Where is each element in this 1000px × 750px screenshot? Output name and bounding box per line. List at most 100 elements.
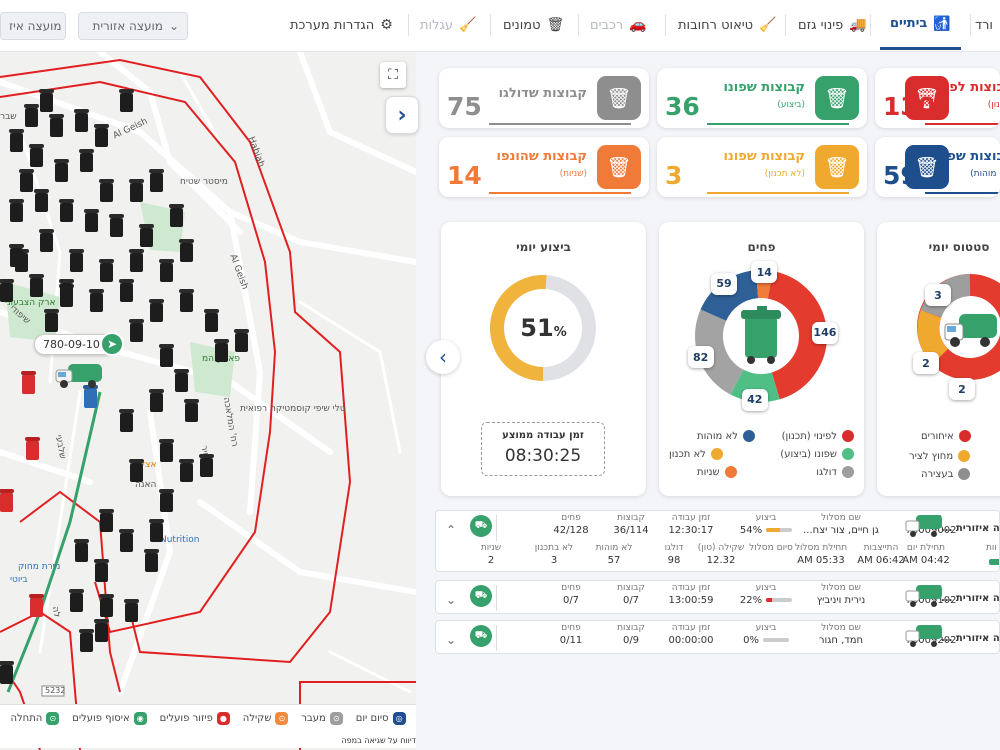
stat-card[interactable]: 🗑קבוצות לפינוי130(תכנון) [875,68,1000,128]
black-bin-marker[interactable] [119,529,134,552]
black-bin-marker[interactable] [0,661,14,684]
blue-bin-marker[interactable] [83,385,98,408]
black-bin-marker[interactable] [49,114,64,137]
black-bin-marker[interactable] [144,549,159,572]
black-bin-marker[interactable] [129,179,144,202]
tab-dashboard-partial[interactable]: ורד [975,0,993,50]
black-bin-marker[interactable] [0,279,14,302]
route-location-button[interactable]: ⛟ [470,515,492,537]
tab-vehicles[interactable]: 🚗 רכבים [590,0,647,50]
black-bin-marker[interactable] [119,409,134,432]
council-select-secondary[interactable]: מועצה איז [0,12,66,40]
black-bin-marker[interactable] [174,369,189,392]
collapse-panel-button[interactable]: › [385,96,419,134]
black-bin-marker[interactable] [109,214,124,237]
black-bin-marker[interactable] [179,289,194,312]
black-bin-marker[interactable] [99,509,114,532]
black-bin-marker[interactable] [24,104,39,127]
red-bin-marker[interactable] [0,489,14,512]
fullscreen-icon[interactable]: ⛶ [380,62,406,88]
stat-card[interactable]: 🗑קבוצות שפונו59(לא מוהות) [875,137,1000,197]
council-select[interactable]: ⌄ מועצה אזורית [78,12,188,40]
chevron-down-icon[interactable]: ⌄ [446,593,456,607]
black-bin-marker[interactable] [159,439,174,462]
black-bin-marker[interactable] [19,169,34,192]
route-location-button[interactable]: ⛟ [470,625,492,647]
black-bin-marker[interactable] [159,344,174,367]
black-bin-marker[interactable] [149,299,164,322]
black-bin-marker[interactable] [179,239,194,262]
route-row[interactable]: מספר78009102שם מסלולנירית ויניביץביצוע22… [435,580,1000,614]
pie-slice[interactable] [755,270,773,299]
chevron-down-icon[interactable]: ⌄ [446,633,456,647]
report-error-link[interactable]: דיווח על שגיאה במפה [341,736,416,745]
black-bin-marker[interactable] [129,459,144,482]
black-bin-marker[interactable] [74,539,89,562]
stat-card[interactable]: 🗑 קבוצות שהונפו 14 (שניות) [439,137,649,197]
black-bin-marker[interactable] [214,339,229,362]
tab-buried[interactable]: 🗑 טמונים [503,0,564,50]
black-bin-marker[interactable] [234,329,249,352]
black-bin-marker[interactable] [99,179,114,202]
black-bin-marker[interactable] [99,259,114,282]
black-bin-marker[interactable] [119,89,134,112]
chevron-up-icon[interactable]: ⌃ [446,523,456,537]
tab-carts[interactable]: 🧹 עגלות [420,0,476,50]
carousel-prev-button[interactable]: ‹ [426,340,460,374]
black-bin-marker[interactable] [9,244,24,267]
truck-marker[interactable] [54,360,104,390]
route-row[interactable]: מספר78009202שם מסלולחמד, חגורביצוע0%זמן … [435,620,1000,654]
black-bin-marker[interactable] [179,459,194,482]
tab-street-sweeping[interactable]: 🧹 טיאוט רחובות [678,0,777,50]
black-bin-marker[interactable] [149,389,164,412]
stat-card[interactable]: 🗑 קבוצות שפונו 3 (לא תכנון) [657,137,867,197]
black-bin-marker[interactable] [159,259,174,282]
black-bin-marker[interactable] [74,109,89,132]
black-bin-marker[interactable] [54,159,69,182]
black-bin-marker[interactable] [34,189,49,212]
black-bin-marker[interactable] [59,279,74,302]
black-bin-marker[interactable] [39,229,54,252]
pie-slice[interactable] [730,369,780,402]
black-bin-marker[interactable] [9,199,24,222]
red-bin-marker[interactable] [25,437,40,460]
black-bin-marker[interactable] [184,399,199,422]
tab-system-settings[interactable]: ⚙ הגדרות מערכת [290,0,393,50]
route-row[interactable]: מספר78009002שם מסלולגן חיים, צור יצח...ב… [435,510,1000,572]
black-bin-marker[interactable] [199,454,214,477]
black-bin-marker[interactable] [94,559,109,582]
black-bin-marker[interactable] [159,489,174,512]
black-bin-marker[interactable] [84,209,99,232]
stat-card[interactable]: 🗑 קבוצות שפונו 36 (ביצוע) [657,68,867,128]
black-bin-marker[interactable] [44,309,59,332]
navigation-arrow-icon[interactable]: ➤ [100,332,124,356]
black-bin-marker[interactable] [89,289,104,312]
map-view[interactable]: Al Geish Habiah מיסטר שטיח Al Geish ארק … [0,52,416,750]
black-bin-marker[interactable] [39,89,54,112]
black-bin-marker[interactable] [129,319,144,342]
black-bin-marker[interactable] [119,279,134,302]
black-bin-marker[interactable] [149,169,164,192]
black-bin-marker[interactable] [204,309,219,332]
stat-card[interactable]: 🗑 קבוצות שדולגו 75 [439,68,649,128]
route-location-button[interactable]: ⛟ [470,585,492,607]
black-bin-marker[interactable] [94,124,109,147]
black-bin-marker[interactable] [149,519,164,542]
black-bin-marker[interactable] [169,204,184,227]
red-bin-marker[interactable] [21,371,36,394]
black-bin-marker[interactable] [29,144,44,167]
black-bin-marker[interactable] [59,199,74,222]
black-bin-marker[interactable] [79,629,94,652]
tab-household[interactable]: 🚮 ביתיים [880,0,961,50]
black-bin-marker[interactable] [29,274,44,297]
map-credit[interactable]: דיווח על שגיאה במפה [0,732,416,748]
black-bin-marker[interactable] [139,224,154,247]
black-bin-marker[interactable] [69,249,84,272]
black-bin-marker[interactable] [9,129,24,152]
black-bin-marker[interactable] [79,149,94,172]
black-bin-marker[interactable] [69,589,84,612]
black-bin-marker[interactable] [124,599,139,622]
black-bin-marker[interactable] [99,594,114,617]
tab-pruning[interactable]: 🚚 פינוי גזם [798,0,867,50]
red-bin-marker[interactable] [29,594,44,617]
